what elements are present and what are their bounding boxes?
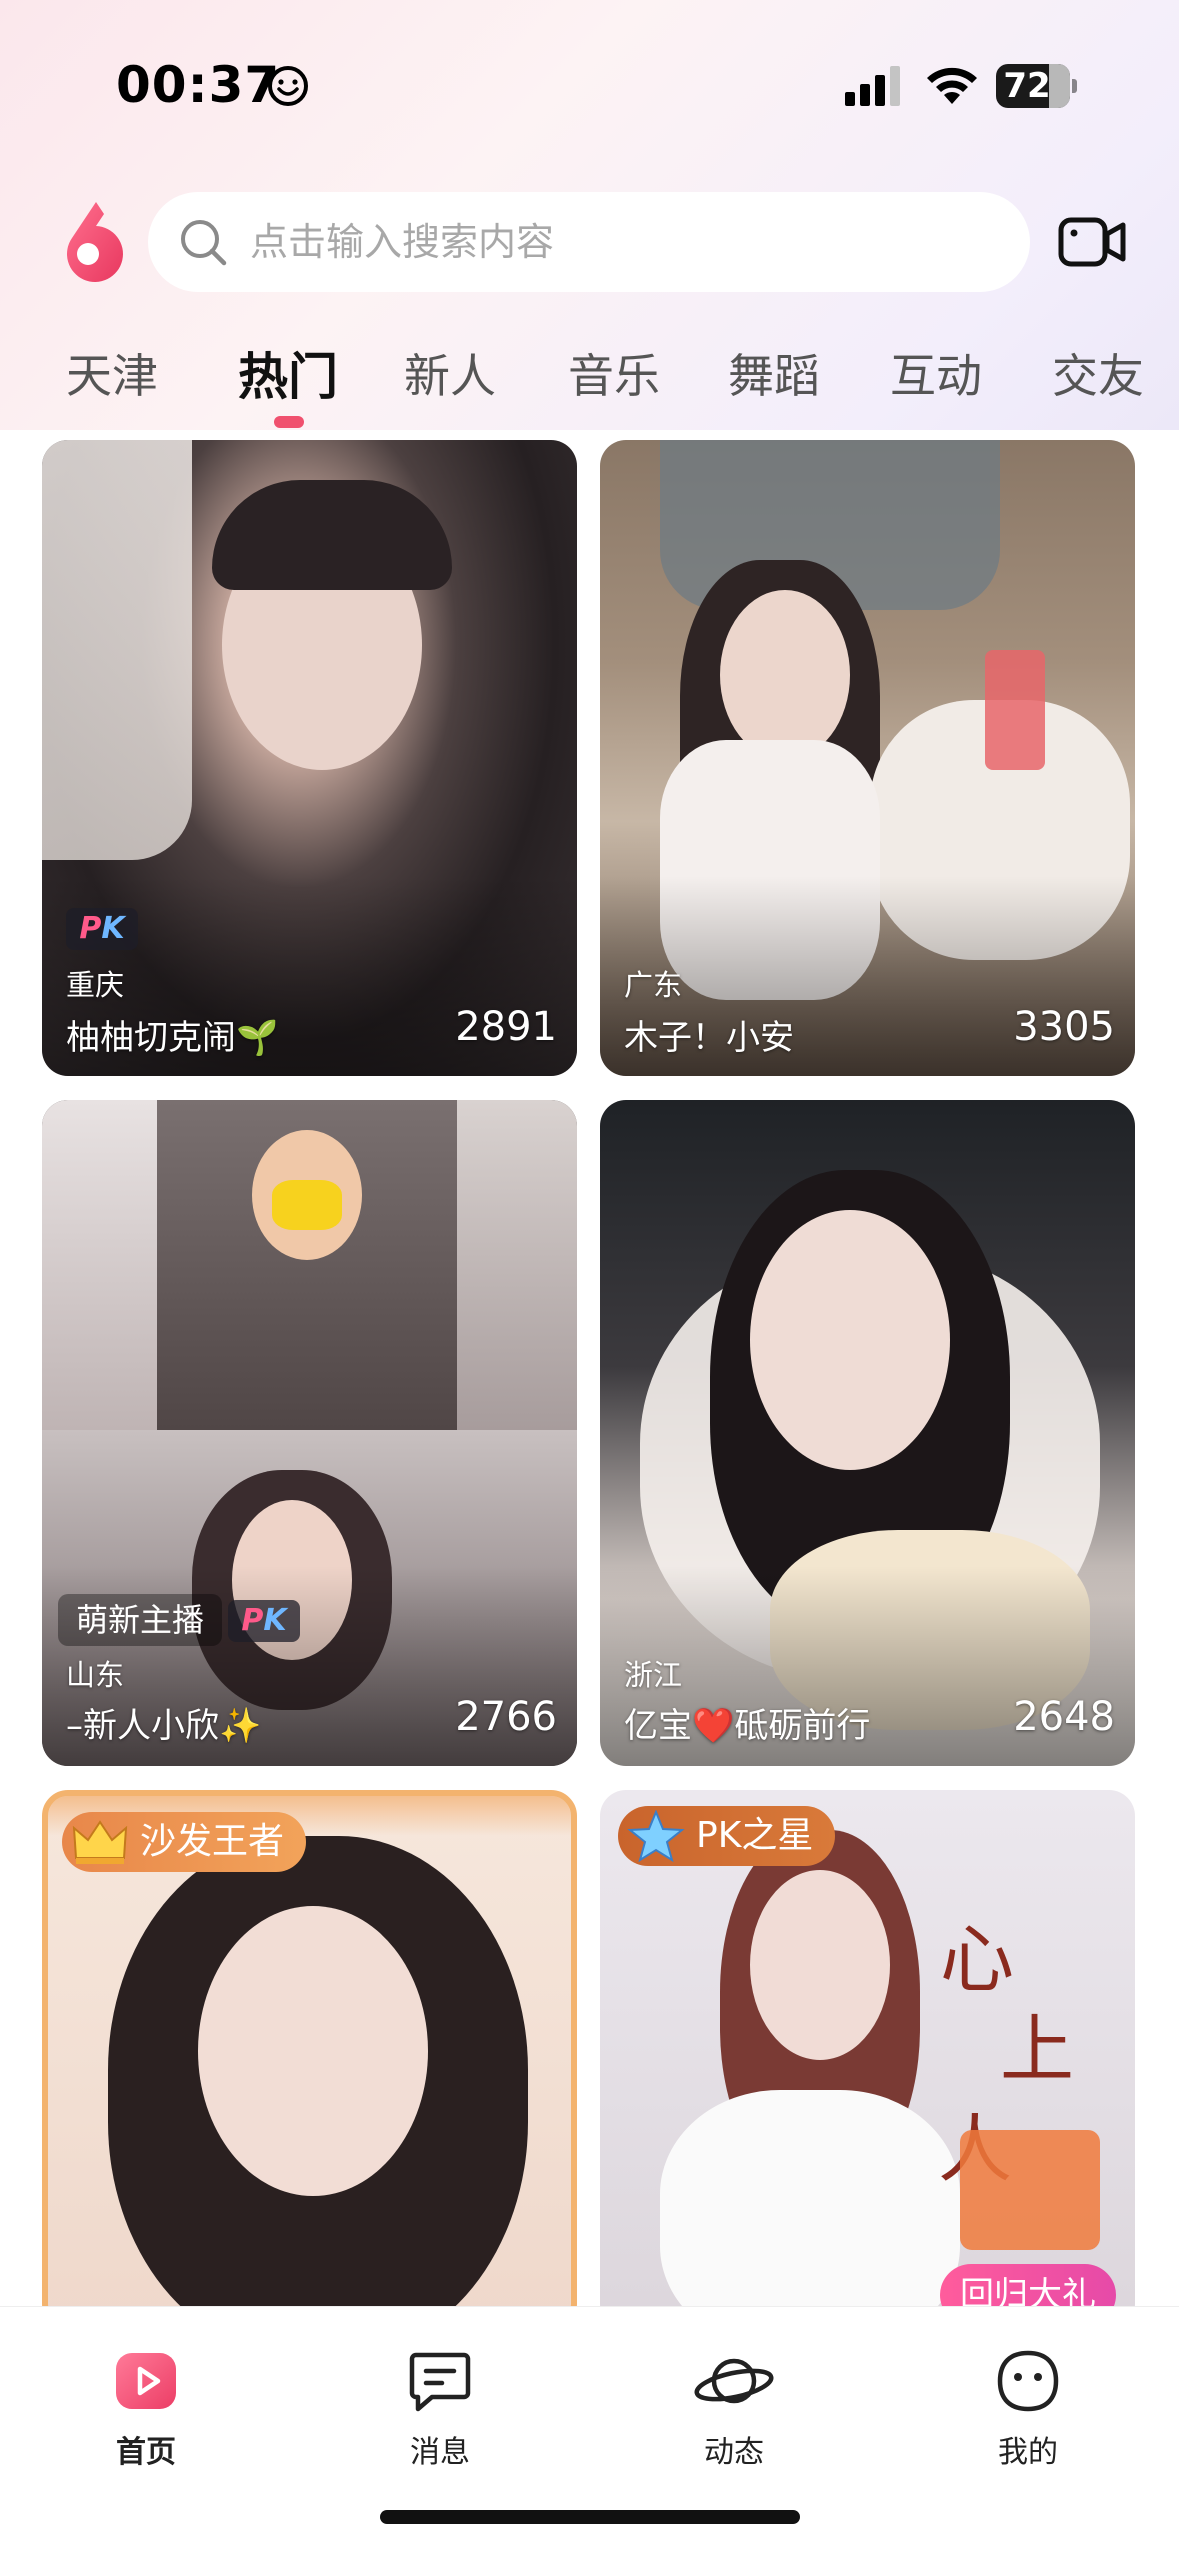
- card-streamer-name: 木子！小安: [624, 1018, 794, 1058]
- profile-face-icon: [997, 2350, 1059, 2412]
- six-logo-icon[interactable]: [52, 200, 124, 282]
- tab-dance[interactable]: 舞蹈: [728, 340, 820, 406]
- tab-interactive[interactable]: 互动: [890, 340, 982, 406]
- tab-music[interactable]: 音乐: [568, 340, 660, 406]
- card-viewer-count: 2891: [455, 1004, 557, 1050]
- planet-icon: [694, 2358, 774, 2404]
- smiley-icon: [268, 66, 308, 106]
- tabbar-feed[interactable]: 动态: [654, 2349, 814, 2471]
- tab-friends[interactable]: 交友: [1052, 340, 1144, 406]
- card-location: 重庆: [66, 968, 125, 1002]
- tabbar-label: 消息: [410, 2435, 470, 2470]
- star-icon: [627, 1810, 685, 1862]
- play-home-icon: [116, 2353, 176, 2409]
- live-card-2[interactable]: 广东 木子！小安 3305: [600, 440, 1135, 1076]
- search-bar[interactable]: 点击输入搜索内容: [148, 192, 1030, 292]
- live-card-1[interactable]: PK 重庆 柚柚切克闹🌱 2891: [42, 440, 577, 1076]
- video-camera-icon[interactable]: [1058, 214, 1126, 270]
- live-card-3[interactable]: 萌新主播 PK 山东 –新人小欣✨ 2766: [42, 1100, 577, 1766]
- card-location: 山东: [66, 1658, 125, 1692]
- category-tabs: 天津 热门 新人 音乐 舞蹈 互动 交友: [0, 340, 1179, 430]
- card-viewer-count: 3305: [1013, 1004, 1115, 1050]
- newcomer-badge: 萌新主播: [58, 1594, 223, 1646]
- tab-newcomer[interactable]: 新人: [404, 340, 496, 406]
- wifi-icon: [927, 67, 977, 104]
- crown-icon: [72, 1820, 128, 1864]
- poster-art-text: 上: [1000, 2007, 1074, 2093]
- battery-icon: 72: [996, 64, 1077, 108]
- pk-badge: PK: [66, 908, 138, 950]
- tabbar-label: 我的: [998, 2435, 1058, 2470]
- status-bar: 00:37 72: [0, 0, 1179, 170]
- tab-hot[interactable]: 热门: [238, 340, 338, 409]
- signal-icon: [845, 66, 900, 106]
- active-tab-indicator: [274, 416, 304, 428]
- tabbar-profile[interactable]: 我的: [948, 2349, 1108, 2471]
- card-viewer-count: 2648: [1013, 1694, 1115, 1740]
- card-streamer-name: –新人小欣✨: [66, 1706, 262, 1746]
- tabbar-messages[interactable]: 消息: [360, 2349, 520, 2471]
- card-location: 浙江: [624, 1658, 683, 1692]
- battery-level: 72: [1003, 66, 1051, 106]
- live-card-6[interactable]: 心 上 人 PK之星 回归大礼: [600, 1790, 1135, 2330]
- live-card-5[interactable]: 沙发王者: [42, 1790, 577, 2330]
- tabbar-home[interactable]: 首页: [66, 2349, 226, 2471]
- live-card-4[interactable]: 浙江 亿宝❤️砥砺前行 2648: [600, 1100, 1135, 1766]
- card-location: 广东: [624, 968, 683, 1002]
- tabbar-label: 动态: [704, 2435, 764, 2470]
- tabbar-label: 首页: [116, 2435, 176, 2470]
- search-placeholder: 点击输入搜索内容: [250, 220, 555, 264]
- rank-badge: PK之星: [618, 1806, 836, 1866]
- rank-badge: 沙发王者: [62, 1812, 307, 1872]
- search-icon: [181, 220, 227, 266]
- tab-tianjin[interactable]: 天津: [66, 340, 158, 406]
- card-streamer-name: 柚柚切克闹🌱: [66, 1018, 279, 1058]
- card-streamer-name: 亿宝❤️砥砺前行: [624, 1706, 871, 1746]
- status-time: 00:37: [116, 56, 281, 114]
- pk-badge: PK: [228, 1600, 300, 1642]
- message-icon: [409, 2352, 471, 2412]
- home-indicator: [380, 2510, 800, 2524]
- card-viewer-count: 2766: [455, 1694, 557, 1740]
